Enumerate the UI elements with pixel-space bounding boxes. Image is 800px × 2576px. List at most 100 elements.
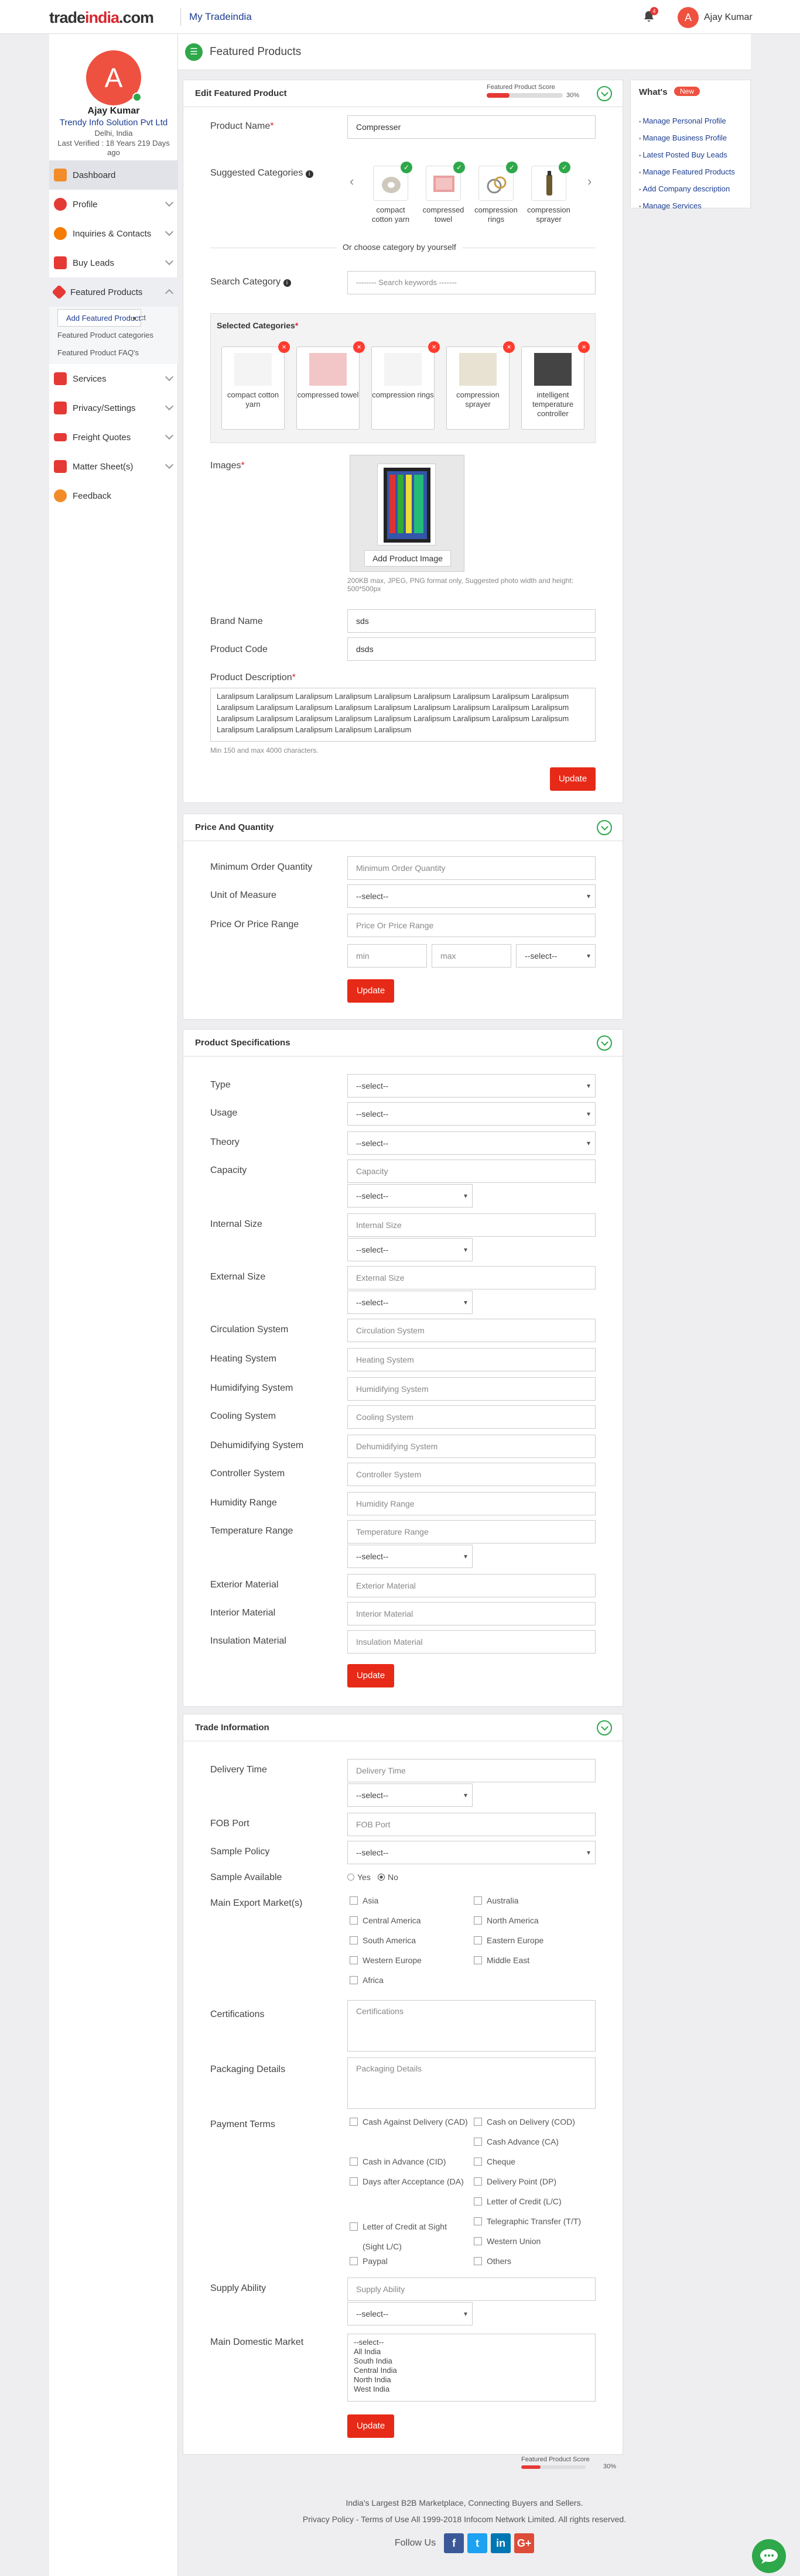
list-item[interactable]: North India xyxy=(354,2375,589,2385)
sample-policy-select[interactable]: --select-- xyxy=(347,1841,596,1864)
info-icon[interactable]: i xyxy=(305,170,313,178)
humidifying-input[interactable]: Humidifying System xyxy=(347,1377,596,1401)
humidity-range-input[interactable]: Humidity Range xyxy=(347,1492,596,1515)
facebook-icon[interactable]: f xyxy=(444,2533,464,2553)
update-button[interactable]: Update xyxy=(550,767,596,791)
internal-size-unit-select[interactable]: --select-- xyxy=(347,1238,473,1261)
my-tradeindia-link[interactable]: My Tradeindia xyxy=(180,8,252,26)
heating-input[interactable]: Heating System xyxy=(347,1348,596,1371)
user-name[interactable]: Ajay Kumar xyxy=(704,12,753,23)
checkbox-ca[interactable]: Cash Advance (CA) xyxy=(474,2137,559,2146)
remove-icon[interactable]: × xyxy=(278,341,290,353)
sidebar-item-matter-sheets[interactable]: Matter Sheet(s) xyxy=(49,452,178,481)
external-size-input[interactable]: External Size xyxy=(347,1266,596,1289)
remove-icon[interactable]: × xyxy=(578,341,590,353)
remove-icon[interactable]: × xyxy=(428,341,440,353)
checkbox-lc[interactable]: Letter of Credit (L/C) xyxy=(474,2197,562,2206)
fob-port-input[interactable]: FOB Port xyxy=(347,1813,596,1836)
product-description-textarea[interactable]: Laralipsum Laralipsum Laralipsum Laralip… xyxy=(210,688,596,742)
temperature-unit-select[interactable]: --select-- xyxy=(347,1545,473,1568)
collapse-toggle-icon[interactable] xyxy=(597,1720,612,1735)
usage-select[interactable]: --select-- xyxy=(347,1102,596,1126)
update-button[interactable]: Update xyxy=(347,979,394,1003)
checkbox-eastern-europe[interactable]: Eastern Europe xyxy=(474,1936,543,1945)
tradeindia-logo[interactable]: tradeindia.com xyxy=(49,9,154,27)
checkbox-asia[interactable]: Asia xyxy=(350,1896,378,1905)
suggested-category[interactable]: ✓ compact cotton yarn xyxy=(367,162,415,224)
info-icon[interactable]: i xyxy=(283,279,291,287)
suggested-category[interactable]: ✓ compression rings xyxy=(472,162,520,224)
price-min-input[interactable]: min xyxy=(347,944,427,968)
submenu-featured-product-faq[interactable]: Featured Product FAQ's xyxy=(57,344,178,362)
certifications-textarea[interactable]: Certifications xyxy=(347,2000,596,2052)
sample-no-radio[interactable]: No xyxy=(378,1872,398,1882)
cooling-input[interactable]: Cooling System xyxy=(347,1405,596,1429)
list-item[interactable]: Central India xyxy=(354,2366,589,2375)
link-manage-services[interactable]: Manage Services xyxy=(639,198,735,215)
search-category-input[interactable]: -------- Search keywords ------- xyxy=(347,271,596,294)
link-latest-buy-leads[interactable]: Latest Posted Buy Leads xyxy=(639,147,735,164)
chat-icon[interactable] xyxy=(752,2539,786,2573)
internal-size-input[interactable]: Internal Size xyxy=(347,1213,596,1237)
chevron-right-icon[interactable]: › xyxy=(587,174,592,189)
checkbox-middle-east[interactable]: Middle East xyxy=(474,1956,529,1965)
packaging-details-textarea[interactable]: Packaging Details xyxy=(347,2057,596,2109)
linkedin-icon[interactable]: in xyxy=(491,2533,511,2553)
product-code-input[interactable]: dsds xyxy=(347,637,596,661)
product-image-box[interactable]: Add Product Image xyxy=(350,455,464,572)
link-add-company-description[interactable]: Add Company description xyxy=(639,181,735,198)
sidebar-item-profile[interactable]: Profile xyxy=(49,190,178,219)
remove-icon[interactable]: × xyxy=(353,341,365,353)
checkbox-cheque[interactable]: Cheque xyxy=(474,2157,515,2166)
checkbox-tt[interactable]: Telegraphic Transfer (T/T) xyxy=(474,2217,581,2226)
update-button[interactable]: Update xyxy=(347,1664,394,1687)
delivery-time-input[interactable]: Delivery Time xyxy=(347,1759,596,1782)
exterior-material-input[interactable]: Exterior Material xyxy=(347,1574,596,1597)
checkbox-cid[interactable]: Cash in Advance (CID) xyxy=(350,2157,446,2166)
sidebar-item-feedback[interactable]: Feedback xyxy=(49,481,178,510)
domestic-market-listbox[interactable]: --select-- All India South India Central… xyxy=(347,2334,596,2402)
dehumidifying-input[interactable]: Dehumidifying System xyxy=(347,1435,596,1458)
supply-ability-unit-select[interactable]: --select-- xyxy=(347,2302,473,2325)
circulation-input[interactable]: Circulation System xyxy=(347,1319,596,1342)
sidebar-item-buy-leads[interactable]: Buy Leads xyxy=(49,248,178,277)
list-item[interactable]: West India xyxy=(354,2385,589,2394)
temperature-range-input[interactable]: Temperature Range xyxy=(347,1520,596,1543)
moq-input[interactable]: Minimum Order Quantity xyxy=(347,856,596,880)
update-button[interactable]: Update xyxy=(347,2414,394,2438)
supply-ability-input[interactable]: Supply Ability xyxy=(347,2277,596,2301)
twitter-icon[interactable]: t xyxy=(467,2533,488,2553)
remove-icon[interactable]: × xyxy=(503,341,515,353)
delivery-time-unit-select[interactable]: --select-- xyxy=(347,1783,473,1807)
insulation-material-input[interactable]: Insulation Material xyxy=(347,1630,596,1654)
price-max-input[interactable]: max xyxy=(432,944,511,968)
checkbox-da[interactable]: Days after Acceptance (DA) xyxy=(350,2177,464,2186)
checkbox-australia[interactable]: Australia xyxy=(474,1896,518,1905)
checkbox-central-america[interactable]: Central America xyxy=(350,1916,421,1925)
chevron-left-icon[interactable]: ‹ xyxy=(350,174,354,189)
checkbox-cad[interactable]: Cash Against Delivery (CAD) xyxy=(350,2117,468,2126)
suggested-category[interactable]: ✓ compression sprayer xyxy=(525,162,573,224)
sample-yes-radio[interactable]: Yes xyxy=(347,1872,371,1882)
checkbox-paypal[interactable]: Paypal xyxy=(350,2256,388,2266)
checkbox-western-union[interactable]: Western Union xyxy=(474,2237,541,2246)
link-manage-business-profile[interactable]: Manage Business Profile xyxy=(639,130,735,147)
checkbox-dp[interactable]: Delivery Point (DP) xyxy=(474,2177,556,2186)
capacity-unit-select[interactable]: --select-- xyxy=(347,1184,473,1208)
sidebar-item-freight-quotes[interactable]: Freight Quotes xyxy=(49,423,178,452)
uom-select[interactable]: --select-- xyxy=(347,884,596,908)
footer-links[interactable]: Privacy Policy - Terms of Use All 1999-2… xyxy=(178,2515,751,2524)
collapse-toggle-icon[interactable] xyxy=(597,1035,612,1051)
theory-select[interactable]: --select-- xyxy=(347,1131,596,1155)
brand-name-input[interactable]: sds xyxy=(347,609,596,633)
checkbox-western-europe[interactable]: Western Europe xyxy=(350,1956,422,1965)
sidebar-item-privacy[interactable]: Privacy/Settings xyxy=(49,393,178,423)
capacity-input[interactable]: Capacity xyxy=(347,1160,596,1183)
checkbox-north-america[interactable]: North America xyxy=(474,1916,539,1925)
checkbox-africa[interactable]: Africa xyxy=(350,1975,384,1985)
suggested-category[interactable]: ✓ compressed towel xyxy=(419,162,467,224)
google-plus-icon[interactable]: G+ xyxy=(514,2533,535,2553)
list-item[interactable]: All India xyxy=(354,2347,589,2357)
list-item[interactable]: --select-- xyxy=(354,2338,589,2347)
sidebar-item-services[interactable]: Services xyxy=(49,364,178,393)
